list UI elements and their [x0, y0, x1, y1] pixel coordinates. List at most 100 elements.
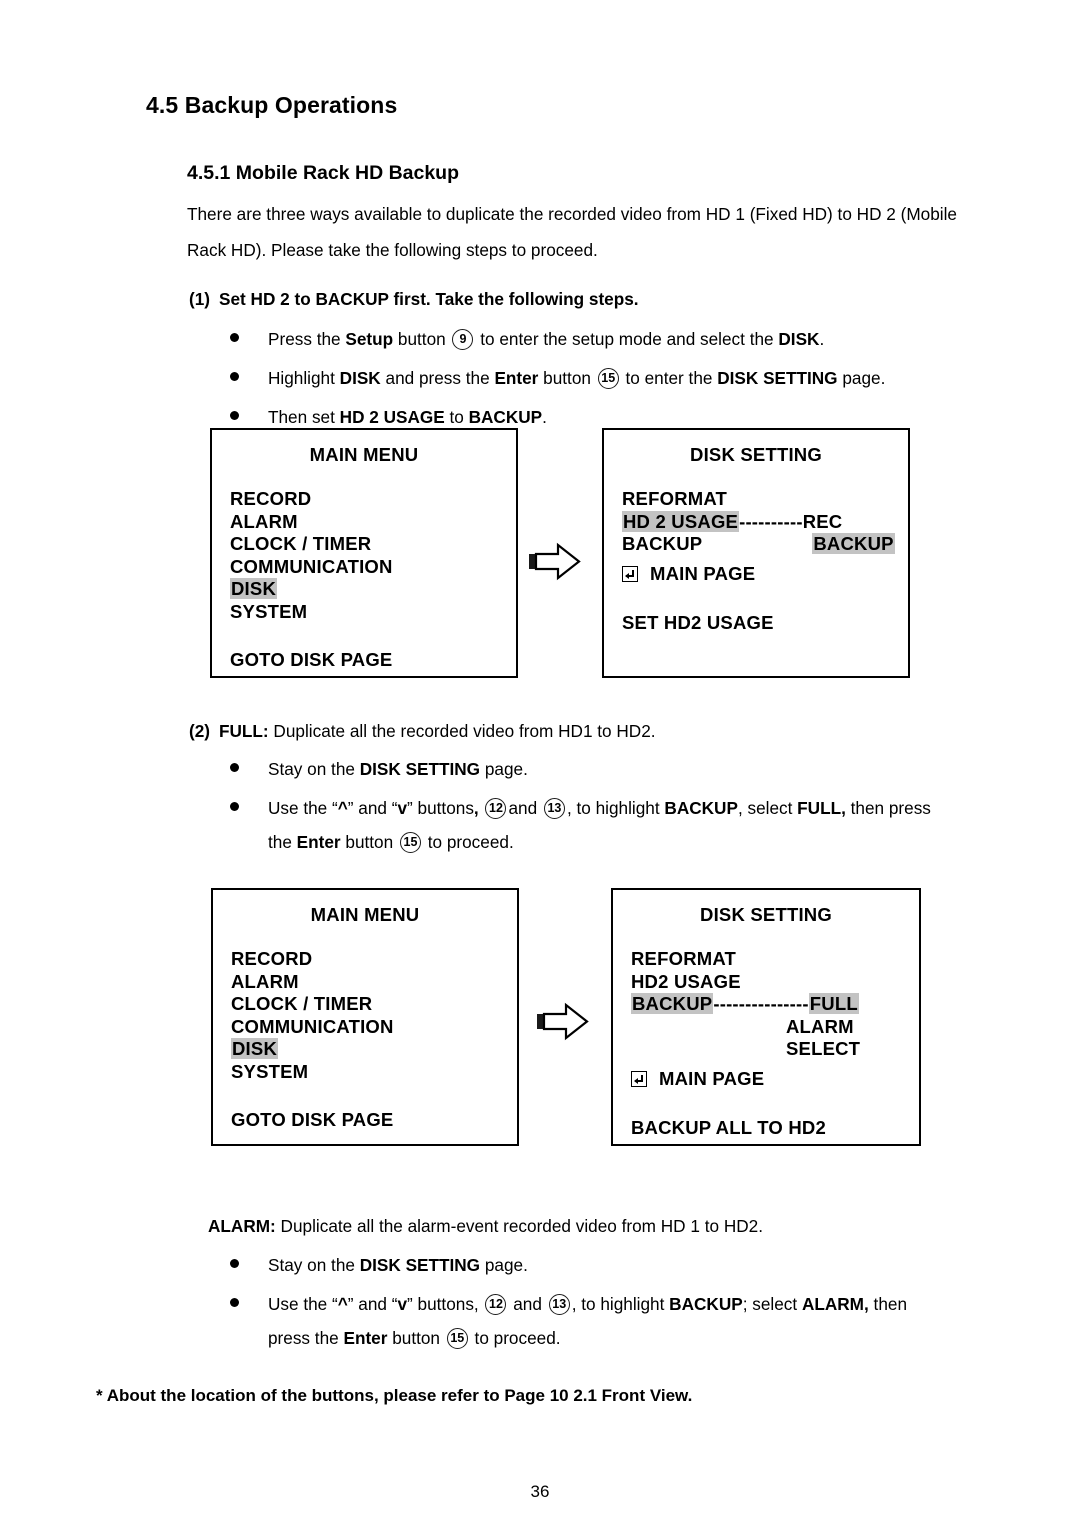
osd-disk-setting-figure1: DISK SETTING REFORMAT HD 2 USAGE---------… — [602, 428, 910, 678]
osd-menu-item[interactable]: COMMUNICATION — [231, 1016, 517, 1039]
osd-setting-row[interactable]: BACKUP BACKUP — [622, 533, 908, 556]
button-number-13-icon: 13 — [543, 798, 565, 819]
bullet-text: Highlight DISK and press the Enter butto… — [268, 368, 886, 389]
bullet-text-continued: the Enter button 15 to proceed. — [268, 832, 514, 853]
osd-setting-rows: REFORMAT HD 2 USAGE----------REC BACKUP BAC… — [604, 488, 908, 556]
osd-setting-label: REFORMAT — [622, 488, 728, 509]
bullet-item: Use the “^” and “v” buttons, 12 and 13, t… — [230, 791, 1020, 859]
osd-leader-dots: ---------- — [739, 510, 803, 532]
button-number-13-icon: 13 — [548, 1294, 570, 1315]
button-number-15-icon: 15 — [446, 1328, 468, 1349]
osd-main-page-label: MAIN PAGE — [659, 1067, 765, 1089]
bullet-text: Stay on the DISK SETTING page. — [268, 759, 528, 779]
osd-setting-option-label: SELECT — [786, 1038, 861, 1059]
osd-menu-item[interactable]: CLOCK / TIMER — [231, 993, 517, 1016]
page-title: 4.5 Backup Operations — [146, 92, 398, 118]
osd-menu-item[interactable]: CLOCK / TIMER — [230, 533, 516, 556]
step1-title: Set HD 2 to BACKUP first. Take the follo… — [219, 289, 639, 309]
bullet-dot-icon — [230, 802, 239, 811]
osd-setting-row[interactable]: HD 2 USAGE----------REC — [622, 510, 908, 534]
osd-menu-item[interactable]: DISK — [230, 578, 516, 601]
osd-setting-value[interactable]: BACKUP — [812, 533, 895, 554]
osd-menu-item[interactable]: RECORD — [231, 948, 517, 971]
osd-menu-items: RECORD ALARM CLOCK / TIMER COMMUNICATION DIS… — [213, 948, 517, 1083]
enter-return-icon — [622, 565, 638, 582]
bullet-item: Stay on the DISK SETTING page. — [230, 752, 1020, 786]
osd-main-page-row: MAIN PAGE — [613, 1067, 919, 1091]
bullet-text: Use the “^” and “v” buttons, 12 and 13, t… — [268, 798, 931, 819]
step2-bullet-list: Stay on the DISK SETTING page. Use the “^… — [230, 752, 1020, 864]
osd-main-page-label: MAIN PAGE — [650, 562, 756, 584]
osd-disk-setting-figure2: DISK SETTING REFORMAT HD2 USAGE BACKUP----… — [611, 888, 921, 1146]
osd-setting-label: REFORMAT — [631, 948, 737, 969]
bullet-item: Use the “^” and “v” buttons, 12 and 13, … — [230, 1287, 1020, 1355]
button-number-15-icon: 15 — [597, 368, 619, 389]
osd-setting-row[interactable]: REFORMAT — [622, 488, 908, 511]
osd-menu-item-label: COMMUNICATION — [231, 1015, 394, 1037]
step1-bullet-list: Press the Setup button 9 to enter the se… — [230, 322, 1020, 439]
button-number-15-icon: 15 — [399, 832, 421, 853]
osd-title: MAIN MENU — [310, 904, 420, 925]
button-number-12-icon: 12 — [485, 798, 507, 819]
bullet-dot-icon — [230, 763, 239, 772]
osd-menu-item-label: SYSTEM — [230, 600, 308, 622]
step3-bullet-list: Stay on the DISK SETTING page. Use the “^… — [230, 1248, 1020, 1360]
bullet-item: Highlight DISK and press the Enter butto… — [230, 361, 1020, 395]
right-block-arrow-icon — [536, 1001, 590, 1041]
osd-hint: GOTO DISK PAGE — [230, 649, 393, 670]
osd-title: DISK SETTING — [700, 904, 832, 925]
bullet-dot-icon — [230, 1259, 239, 1268]
osd-menu-item-label: COMMUNICATION — [230, 555, 393, 577]
osd-setting-rows: REFORMAT HD2 USAGE BACKUP---------------FU… — [613, 948, 919, 1061]
osd-menu-item[interactable]: ALARM — [231, 971, 517, 994]
bullet-item: Stay on the DISK SETTING page. — [230, 1248, 1020, 1282]
button-number-9-icon: 9 — [452, 329, 474, 350]
osd-menu-item[interactable]: RECORD — [230, 488, 516, 511]
osd-setting-option-label: ALARM — [786, 1015, 854, 1037]
sub-heading: 4.5.1 Mobile Rack HD Backup — [187, 162, 460, 184]
osd-menu-item-label: CLOCK / TIMER — [231, 993, 373, 1014]
osd-menu-item-label: SYSTEM — [231, 1060, 309, 1082]
osd-menu-items: RECORD ALARM CLOCK / TIMER COMMUNICATION DIS… — [212, 488, 516, 623]
osd-menu-item-label: DISK — [231, 1038, 278, 1059]
osd-menu-item-label: RECORD — [231, 948, 313, 969]
osd-setting-label: BACKUP — [631, 993, 714, 1014]
step2-heading: (2) FULL: Duplicate all the recorded vide… — [189, 721, 656, 742]
osd-setting-option[interactable]: ALARM — [631, 1016, 919, 1039]
osd-menu-item-label: ALARM — [231, 970, 299, 992]
bullet-text: Use the “^” and “v” buttons, 12 and 13, … — [268, 1294, 908, 1315]
osd-setting-row[interactable]: REFORMAT — [631, 948, 919, 971]
step1-number: (1) — [189, 289, 211, 309]
osd-title: DISK SETTING — [690, 444, 822, 465]
enter-return-icon — [631, 1070, 647, 1087]
osd-setting-label: BACKUP — [622, 533, 703, 554]
osd-menu-item[interactable]: SYSTEM — [231, 1061, 517, 1084]
page-number: 36 — [530, 1482, 550, 1501]
footnote: * About the location of the buttons, ple… — [96, 1386, 693, 1405]
bullet-dot-icon — [230, 1298, 239, 1307]
document-page: 4.5 Backup Operations 4.5.1 Mobile Rack … — [0, 0, 1080, 1528]
osd-setting-option[interactable]: SELECT — [631, 1038, 919, 1061]
osd-main-menu-figure2: MAIN MENU RECORD ALARM CLOCK / TIMER COMMUN… — [211, 888, 519, 1146]
osd-setting-label: HD 2 USAGE — [622, 510, 740, 532]
step3-label: ALARM: — [208, 1216, 276, 1236]
osd-menu-item[interactable]: COMMUNICATION — [230, 556, 516, 579]
step1-heading: (1) Set HD 2 to BACKUP first. Take the fo… — [189, 289, 639, 310]
osd-main-menu-figure1: MAIN MENU RECORD ALARM CLOCK / TIMER COMMUN… — [210, 428, 518, 678]
bullet-text: Stay on the DISK SETTING page. — [268, 1255, 528, 1275]
osd-menu-item[interactable]: DISK — [231, 1038, 517, 1061]
osd-menu-item-label: CLOCK / TIMER — [230, 533, 372, 554]
osd-setting-value[interactable]: FULL — [808, 993, 859, 1014]
osd-setting-value[interactable]: REC — [803, 511, 843, 532]
osd-menu-item-label: ALARM — [230, 510, 298, 532]
osd-menu-item[interactable]: SYSTEM — [230, 601, 516, 624]
step3-heading: ALARM: Duplicate all the alarm-event rec… — [208, 1216, 763, 1237]
osd-title: MAIN MENU — [309, 444, 419, 465]
osd-setting-row[interactable]: BACKUP---------------FULL — [631, 993, 919, 1016]
osd-setting-row[interactable]: HD2 USAGE — [631, 971, 919, 994]
step2-number: (2) — [189, 721, 211, 741]
button-number-12-icon: 12 — [485, 1294, 507, 1315]
step2-title: Duplicate all the recorded video from HD… — [268, 721, 656, 741]
osd-menu-item[interactable]: ALARM — [230, 511, 516, 534]
osd-hint: BACKUP ALL TO HD2 — [631, 1116, 826, 1138]
